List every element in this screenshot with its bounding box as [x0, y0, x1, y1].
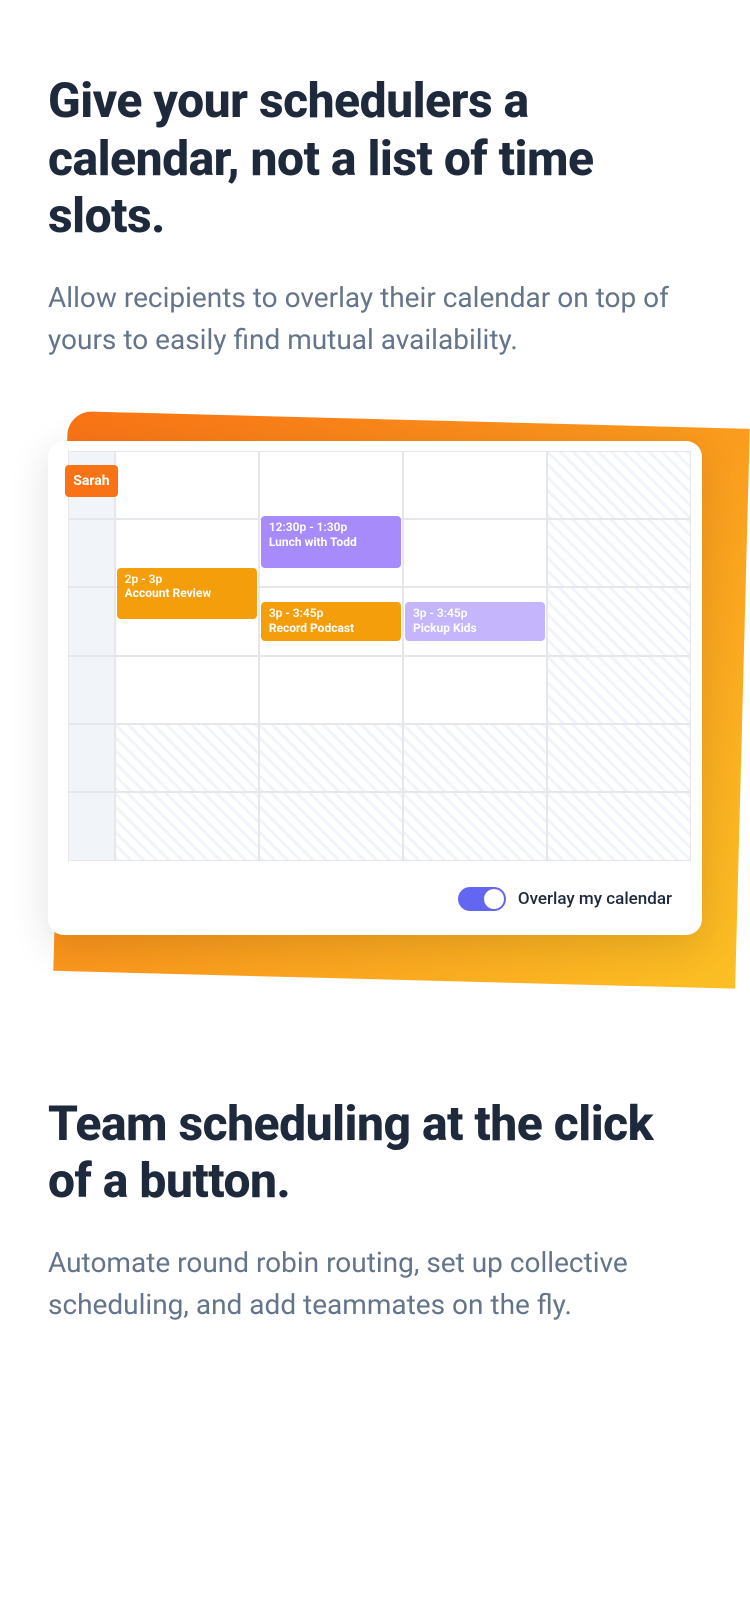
calendar-event[interactable]: 2p - 3p Account Review	[117, 568, 257, 619]
toggle-knob	[484, 889, 504, 909]
hero-heading: Give your schedulers a calendar, not a l…	[48, 72, 702, 245]
section-description: Automate round robin routing, set up col…	[48, 1242, 702, 1326]
grid-cell	[68, 519, 115, 587]
grid-cell	[403, 656, 547, 724]
grid-cell-unavailable	[547, 792, 691, 860]
overlay-toggle-switch[interactable]	[458, 887, 506, 911]
grid-cell-unavailable	[547, 519, 691, 587]
calendar-illustration: Sarah 12:30p - 1:30p Lunch with Todd 2p …	[48, 441, 702, 935]
event-time: 2p - 3p	[125, 572, 249, 586]
grid-cell-unavailable	[115, 724, 259, 792]
grid-cell-unavailable	[259, 792, 403, 860]
calendar-event[interactable]: 12:30p - 1:30p Lunch with Todd	[261, 516, 401, 567]
event-time: 3p - 3:45p	[413, 606, 537, 620]
overlay-toggle-label: Overlay my calendar	[518, 889, 672, 909]
grid-cell-unavailable	[115, 792, 259, 860]
grid-cell-unavailable	[547, 587, 691, 655]
grid-cell-unavailable	[547, 724, 691, 792]
section-heading: Team scheduling at the click of a button…	[48, 1095, 702, 1210]
grid-cell	[259, 656, 403, 724]
grid-cell	[259, 451, 403, 519]
event-time: 12:30p - 1:30p	[269, 520, 393, 534]
grid-cell	[68, 656, 115, 724]
event-title: Account Review	[125, 586, 249, 602]
grid-cell-unavailable	[547, 656, 691, 724]
event-time: 3p - 3:45p	[269, 606, 393, 620]
calendar-card: Sarah 12:30p - 1:30p Lunch with Todd 2p …	[48, 441, 702, 935]
event-title: Lunch with Todd	[269, 535, 393, 551]
grid-cell	[68, 792, 115, 860]
calendar-event[interactable]: 3p - 3:45p Record Podcast	[261, 602, 401, 641]
grid-cell	[115, 451, 259, 519]
grid-cell	[403, 451, 547, 519]
overlay-toggle-row: Overlay my calendar	[48, 871, 702, 935]
grid-cell	[403, 519, 547, 587]
event-title: Record Podcast	[269, 621, 393, 637]
grid-cell-unavailable	[547, 451, 691, 519]
grid-cell	[68, 587, 115, 655]
grid-cell	[68, 724, 115, 792]
grid-cell-unavailable	[403, 724, 547, 792]
grid-cell	[115, 656, 259, 724]
user-name-tag: Sarah	[65, 465, 118, 497]
event-title: Pickup Kids	[413, 621, 537, 637]
hero-description: Allow recipients to overlay their calend…	[48, 277, 702, 361]
grid-cell-unavailable	[259, 724, 403, 792]
calendar-grid: Sarah 12:30p - 1:30p Lunch with Todd 2p …	[48, 441, 702, 871]
grid-cell-unavailable	[403, 792, 547, 860]
calendar-event[interactable]: 3p - 3:45p Pickup Kids	[405, 602, 545, 641]
